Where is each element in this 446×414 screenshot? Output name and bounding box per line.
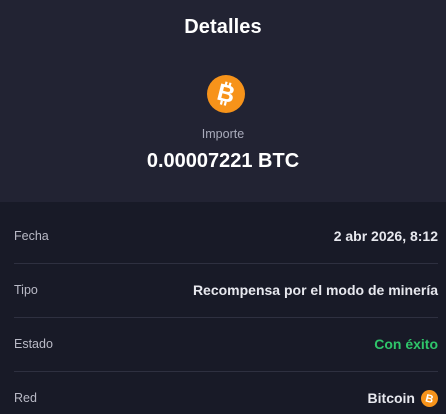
type-label: Tipo bbox=[14, 283, 38, 297]
amount-label: Importe bbox=[201, 127, 245, 141]
bitcoin-icon: B bbox=[421, 389, 438, 407]
amount-value: 0.00007221 BTC bbox=[146, 150, 300, 172]
svg-text:B: B bbox=[424, 392, 435, 406]
date-label: Fecha bbox=[14, 229, 49, 243]
network-label: Red bbox=[14, 391, 37, 405]
status-label: Estado bbox=[14, 337, 53, 351]
detail-row-type: Tipo Recompensa por el modo de minería bbox=[14, 263, 438, 317]
details-list: Fecha 2 abr 2026, 8:12 Tipo Recompensa p… bbox=[0, 202, 446, 414]
detail-row-status: Estado Con éxito bbox=[14, 317, 438, 371]
page-title: Detalles bbox=[184, 16, 262, 38]
type-value: Recompensa por el modo de minería bbox=[192, 282, 438, 298]
date-value: 2 abr 2026, 8:12 bbox=[333, 228, 438, 244]
bitcoin-symbol-small: B bbox=[424, 392, 435, 406]
transaction-details-screen: Detalles B Importe 0.00007221 BTC Fecha … bbox=[0, 0, 446, 414]
bitcoin-symbol: B bbox=[214, 79, 237, 109]
summary-panel: Detalles B Importe 0.00007221 BTC bbox=[0, 0, 446, 202]
status-value: Con éxito bbox=[374, 336, 438, 352]
network-name: Bitcoin bbox=[367, 390, 415, 406]
network-value: Bitcoin B bbox=[367, 389, 438, 407]
bitcoin-icon: B bbox=[207, 75, 245, 113]
detail-row-date: Fecha 2 abr 2026, 8:12 bbox=[14, 209, 438, 263]
detail-row-network: Red Bitcoin B bbox=[14, 371, 438, 414]
